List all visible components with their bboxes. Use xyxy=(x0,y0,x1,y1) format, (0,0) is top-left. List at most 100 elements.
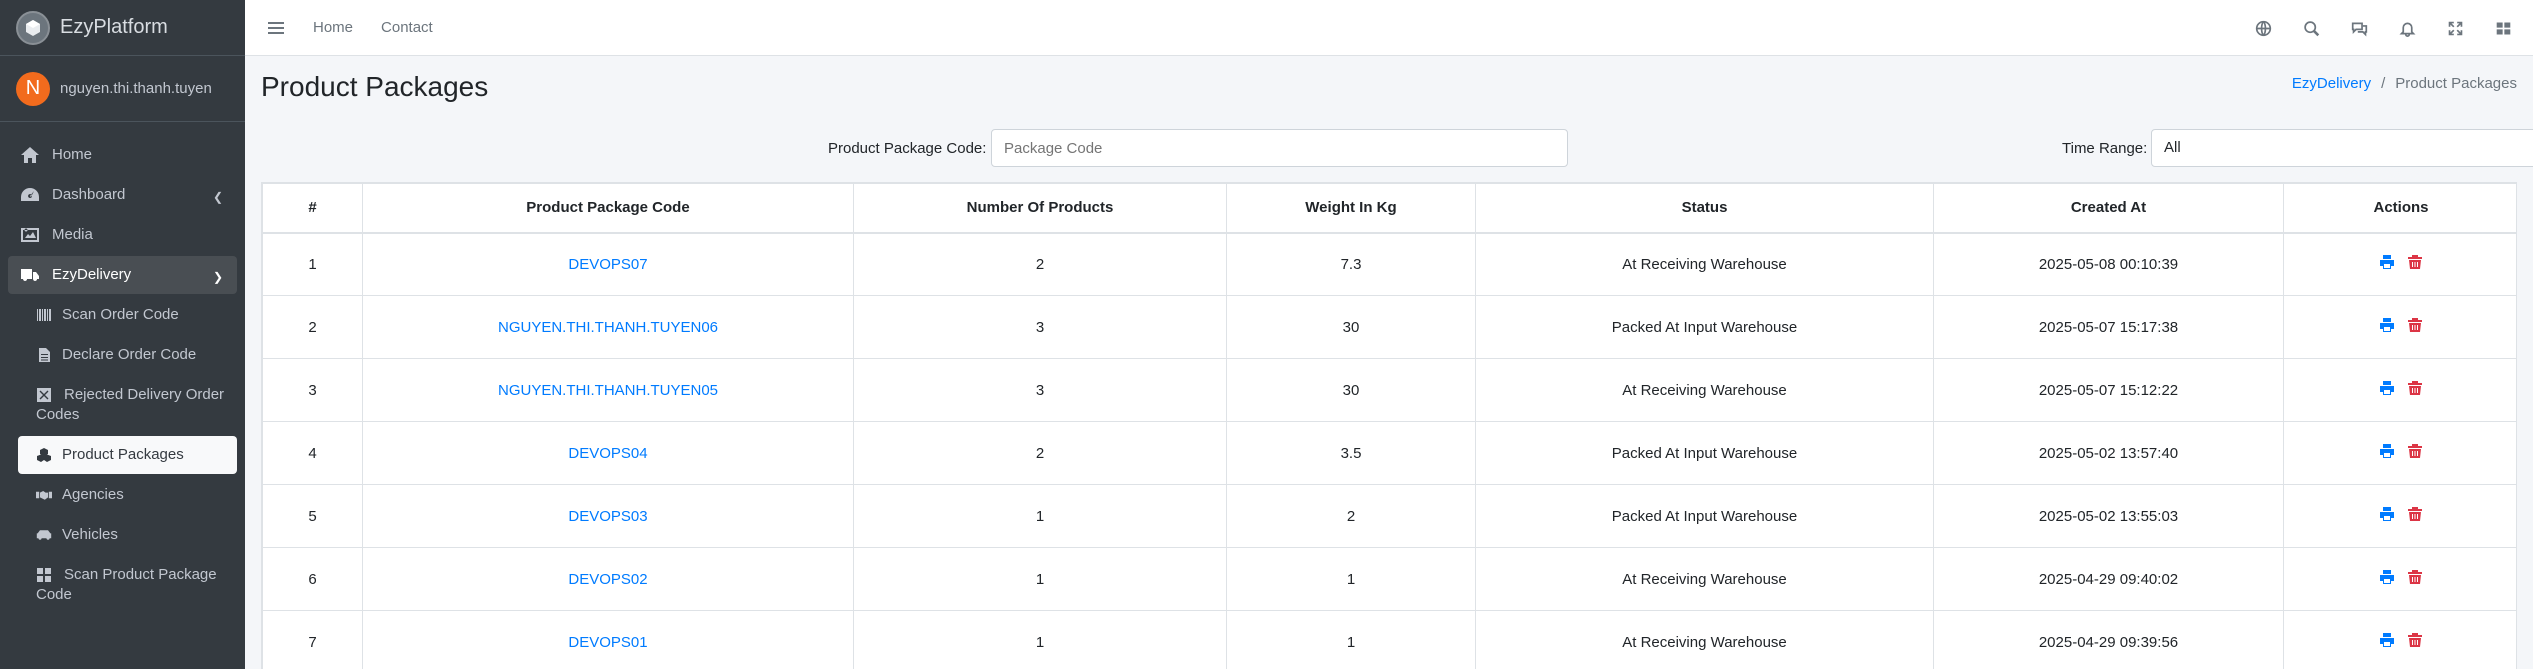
sidebar-item-agencies[interactable]: Agencies xyxy=(8,476,237,514)
table-row: 3 NGUYEN.THI.THANH.TUYEN05 3 30 At Recei… xyxy=(262,358,2516,422)
globe-icon[interactable] xyxy=(2239,0,2287,56)
vehicles-icon xyxy=(36,525,56,545)
main-content: Product Packages EzyDelivery / Product P… xyxy=(245,56,2533,669)
created-at: 2025-05-07 15:12:22 xyxy=(1933,358,2284,422)
created-at: 2025-05-02 13:57:40 xyxy=(1933,421,2284,485)
chevron-down-icon: ❯ xyxy=(212,270,223,284)
package-code-link[interactable]: NGUYEN.THI.THANH.TUYEN05 xyxy=(362,358,854,422)
package-code-link[interactable]: NGUYEN.THI.THANH.TUYEN06 xyxy=(362,295,854,359)
sidebar-item-declare-order-code[interactable]: Declare Order Code xyxy=(8,336,237,374)
sidebar-item-scan-order-code[interactable]: Scan Order Code xyxy=(8,296,237,334)
search-icon[interactable] xyxy=(2287,0,2335,56)
package-code-link[interactable]: DEVOPS01 xyxy=(362,610,854,669)
row-index: 4 xyxy=(262,421,363,485)
time-range-select[interactable]: All ▼ xyxy=(2151,129,2533,167)
nav-link-contact[interactable]: Contact xyxy=(367,19,447,36)
status: Packed At Input Warehouse xyxy=(1475,295,1934,359)
comments-icon[interactable] xyxy=(2335,0,2383,56)
sidebar-item-home[interactable]: Home xyxy=(8,136,237,174)
row-index: 6 xyxy=(262,547,363,611)
user-name: nguyen.thi.thanh.tuyen xyxy=(60,80,212,97)
print-icon[interactable] xyxy=(2379,506,2395,526)
breadcrumb-current: Product Packages xyxy=(2395,75,2517,92)
delete-icon[interactable] xyxy=(2407,632,2423,652)
weight-kg: 3.5 xyxy=(1226,421,1476,485)
x-square-icon xyxy=(36,385,56,405)
user-panel[interactable]: N nguyen.thi.thanh.tuyen xyxy=(0,56,245,122)
nav-link-home[interactable]: Home xyxy=(299,19,367,36)
package-code-link[interactable]: DEVOPS03 xyxy=(362,484,854,548)
number-of-products: 1 xyxy=(853,484,1227,548)
bell-icon[interactable] xyxy=(2383,0,2431,56)
status: Packed At Input Warehouse xyxy=(1475,421,1934,485)
packages-table: # Product Package Code Number Of Product… xyxy=(262,183,2516,669)
sidebar-item-label: Vehicles xyxy=(62,526,118,544)
sidebar-item-ezydelivery[interactable]: EzyDelivery ❯ xyxy=(8,256,237,294)
delete-icon[interactable] xyxy=(2407,443,2423,463)
navbar-right xyxy=(2239,0,2527,56)
table-row: 1 DEVOPS07 2 7.3 At Receiving Warehouse … xyxy=(262,232,2516,296)
time-range-value: All xyxy=(2164,139,2181,156)
table-row: 4 DEVOPS04 2 3.5 Packed At Input Warehou… xyxy=(262,421,2516,485)
sidebar-item-label: EzyDelivery xyxy=(52,266,132,283)
chevron-left-icon: ❮ xyxy=(212,190,223,204)
sidebar-item-label: Scan Product Package Code xyxy=(36,566,217,604)
print-icon[interactable] xyxy=(2379,317,2395,337)
column-header-status[interactable]: Status xyxy=(1475,183,1934,234)
number-of-products: 3 xyxy=(853,358,1227,422)
print-icon[interactable] xyxy=(2379,254,2395,274)
sidebar-item-scan-product-package-code[interactable]: Scan Product Package Code xyxy=(8,556,237,614)
package-code-link[interactable]: DEVOPS04 xyxy=(362,421,854,485)
sidebar-item-media[interactable]: Media xyxy=(8,216,237,254)
delete-icon[interactable] xyxy=(2407,254,2423,274)
ezydelivery-submenu: Scan Order Code Declare Order Code Rejec… xyxy=(8,296,237,614)
print-icon[interactable] xyxy=(2379,569,2395,589)
image-icon xyxy=(20,225,46,245)
sidebar-item-dashboard[interactable]: Dashboard ❮ xyxy=(8,176,237,214)
menu-toggle-icon[interactable] xyxy=(253,0,299,56)
brand-logo-icon xyxy=(16,10,50,45)
sidebar-item-rejected-delivery-order-codes[interactable]: Rejected Delivery Order Codes xyxy=(8,376,237,434)
created-at: 2025-05-07 15:17:38 xyxy=(1933,295,2284,359)
sidebar: EzyPlatform N nguyen.thi.thanh.tuyen Hom… xyxy=(0,0,245,669)
package-code-link[interactable]: DEVOPS02 xyxy=(362,547,854,611)
package-code-label: Product Package Code: xyxy=(828,140,987,157)
status: At Receiving Warehouse xyxy=(1475,232,1934,296)
column-header-code[interactable]: Product Package Code xyxy=(362,183,854,234)
print-icon[interactable] xyxy=(2379,380,2395,400)
actions-cell xyxy=(2283,232,2516,296)
fullscreen-icon[interactable] xyxy=(2431,0,2479,56)
sidebar-item-label: Dashboard xyxy=(52,186,126,203)
weight-kg: 30 xyxy=(1226,295,1476,359)
status: Packed At Input Warehouse xyxy=(1475,484,1934,548)
number-of-products: 2 xyxy=(853,421,1227,485)
breadcrumb-link-ezydelivery[interactable]: EzyDelivery xyxy=(2292,75,2371,92)
page-title: Product Packages xyxy=(261,71,489,102)
delete-icon[interactable] xyxy=(2407,380,2423,400)
delete-icon[interactable] xyxy=(2407,506,2423,526)
time-range-label: Time Range: xyxy=(2062,140,2148,157)
column-header-created[interactable]: Created At xyxy=(1933,183,2284,234)
apps-grid-icon[interactable] xyxy=(2479,0,2527,56)
filter-row: Product Package Code: Time Range: All ▼ xyxy=(261,129,2533,169)
created-at: 2025-04-29 09:39:56 xyxy=(1933,610,2284,669)
row-index: 1 xyxy=(262,232,363,296)
delete-icon[interactable] xyxy=(2407,317,2423,337)
brand-link[interactable]: EzyPlatform xyxy=(0,0,245,56)
column-header-weight[interactable]: Weight In Kg xyxy=(1226,183,1476,234)
row-index: 3 xyxy=(262,358,363,422)
package-code-link[interactable]: DEVOPS07 xyxy=(362,232,854,296)
breadcrumb: EzyDelivery / Product Packages xyxy=(2292,75,2517,92)
sidebar-item-product-packages[interactable]: Product Packages xyxy=(18,436,237,475)
table-row: 2 NGUYEN.THI.THANH.TUYEN06 3 30 Packed A… xyxy=(262,295,2516,359)
package-code-input[interactable] xyxy=(991,129,1568,167)
column-header-products[interactable]: Number Of Products xyxy=(853,183,1227,234)
brand-name: EzyPlatform xyxy=(60,16,168,38)
weight-kg: 1 xyxy=(1226,610,1476,669)
sidebar-item-vehicles[interactable]: Vehicles xyxy=(8,516,237,554)
cubes-icon xyxy=(36,445,56,465)
table-row: 6 DEVOPS02 1 1 At Receiving Warehouse 20… xyxy=(262,547,2516,611)
print-icon[interactable] xyxy=(2379,443,2395,463)
delete-icon[interactable] xyxy=(2407,569,2423,589)
print-icon[interactable] xyxy=(2379,632,2395,652)
